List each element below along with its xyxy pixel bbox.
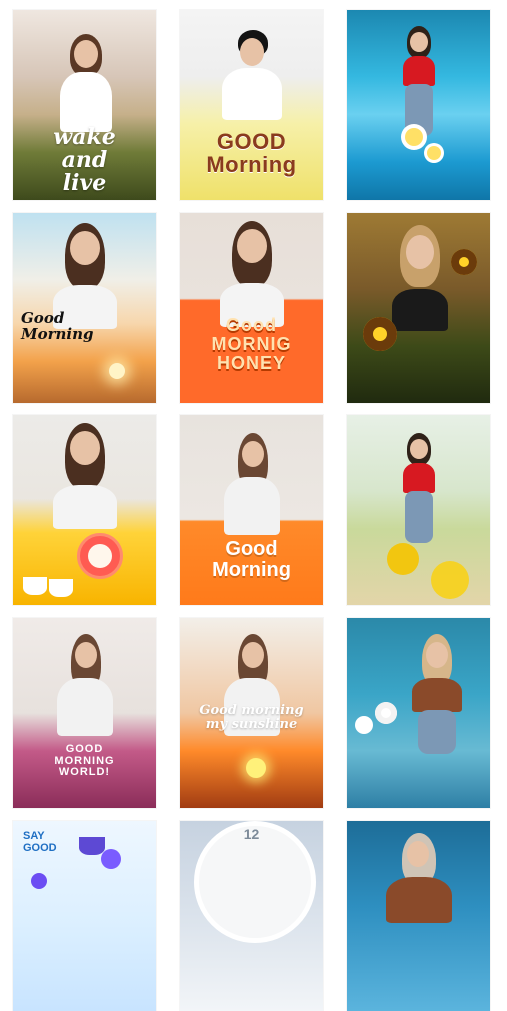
template-card-clock-plate[interactable]: 12	[180, 821, 323, 1011]
overlay-text: GOOD Morning	[206, 129, 297, 178]
template-card-alarm-clock[interactable]	[13, 415, 156, 605]
white-flower-decoration	[375, 702, 397, 724]
person-photo	[389, 433, 449, 543]
cup-icon	[79, 837, 105, 855]
sun-decoration	[109, 363, 125, 379]
sun-decoration	[246, 758, 266, 778]
sunflower-decoration	[451, 249, 477, 275]
person-photo	[376, 833, 462, 953]
template-gallery-grid: wake and live GOOD Morning Good Morning …	[0, 0, 507, 1011]
alarm-clock-icon	[77, 533, 123, 579]
person-photo	[389, 26, 449, 136]
template-card-red-top-flowers[interactable]	[347, 10, 490, 200]
white-flower-decoration	[355, 716, 373, 734]
cup-icon	[49, 579, 73, 597]
person-photo	[39, 423, 131, 533]
template-card-white-flowers[interactable]	[347, 618, 490, 808]
cup-icon	[23, 577, 47, 595]
overlay-text: Good Morning	[212, 538, 291, 581]
overlay-text: 12	[243, 826, 260, 842]
sunflower-decoration	[363, 317, 397, 351]
yellow-flower-decoration	[387, 543, 419, 575]
template-card-good-morning-sunset[interactable]: Good Morning	[13, 213, 156, 403]
template-card-blue-sky-portrait[interactable]	[347, 821, 490, 1011]
person-photo	[45, 634, 125, 744]
purple-flower-decoration	[31, 873, 47, 889]
template-card-say-good[interactable]: SAY GOOD	[13, 821, 156, 1011]
template-card-yellow-flowers[interactable]	[347, 415, 490, 605]
template-card-good-morning-orange[interactable]: Good Morning	[180, 415, 323, 605]
overlay-text: wake and live	[53, 124, 116, 197]
overlay-text: Good Morning	[21, 309, 94, 343]
template-card-good-morning-sunshine[interactable]: Good morning my sunshine	[180, 618, 323, 808]
template-card-sunflowers[interactable]	[347, 213, 490, 403]
overlay-text: Good MORNIG HONEY	[211, 315, 292, 373]
template-card-good-morning-yellow[interactable]: GOOD Morning	[180, 10, 323, 200]
template-card-wake-and-live[interactable]: wake and live	[13, 10, 156, 200]
person-photo	[212, 24, 292, 120]
person-photo	[402, 634, 472, 754]
template-card-good-morning-honey[interactable]: Good MORNIG HONEY	[180, 213, 323, 403]
overlay-text: GOOD MORNING WORLD!	[54, 743, 115, 779]
overlay-text: SAY GOOD	[23, 830, 57, 854]
overlay-text: Good morning my sunshine	[199, 703, 304, 732]
person-photo	[212, 433, 292, 543]
template-card-good-morning-world[interactable]: GOOD MORNING WORLD!	[13, 618, 156, 808]
flower-decoration	[427, 146, 441, 160]
yellow-flower-decoration	[431, 561, 469, 599]
purple-flower-decoration	[101, 849, 121, 869]
flower-decoration	[405, 128, 423, 146]
